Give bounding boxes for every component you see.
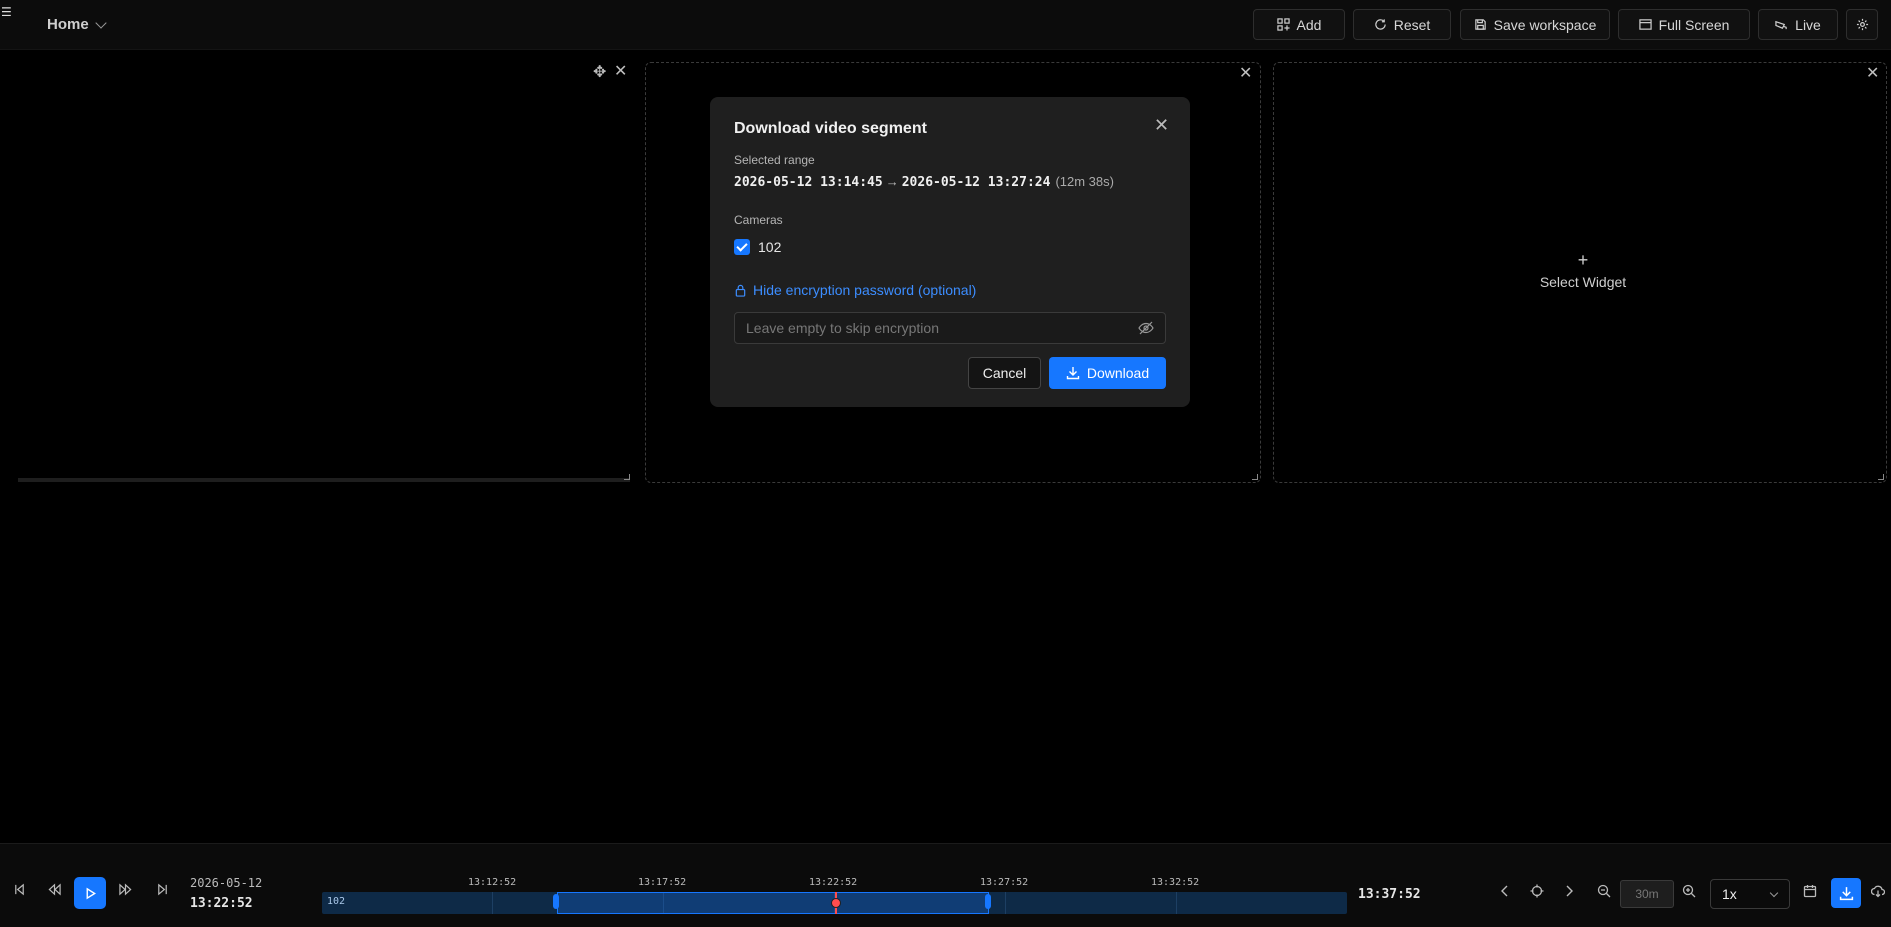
hamburger-icon[interactable]: ☰ (1, 6, 12, 18)
lock-icon (735, 284, 746, 297)
camera-checkbox-label[interactable]: 102 (758, 239, 781, 255)
grid-add-icon (1276, 18, 1290, 31)
play-icon (86, 887, 96, 899)
timeline-end-time: 13:37:52 (1358, 887, 1421, 902)
save-workspace-button[interactable]: Save workspace (1460, 9, 1610, 40)
timeline-gridline (1176, 892, 1177, 914)
range-end: 2026-05-12 13:27:24 (901, 175, 1051, 190)
calendar-icon[interactable] (1799, 880, 1821, 902)
cloud-download-icon[interactable] (1867, 880, 1889, 902)
timeline-tick: 13:17:52 (638, 877, 687, 888)
close-icon[interactable]: ✕ (1239, 66, 1252, 82)
video-panel-progress-track (18, 478, 630, 482)
modal-title: Download video segment (734, 120, 927, 137)
cameras-label: Cameras (734, 213, 783, 227)
chevron-down-icon (95, 16, 107, 29)
current-date: 2026-05-12 (190, 876, 263, 890)
camera-icon (1775, 20, 1787, 30)
video-panel[interactable] (18, 62, 630, 482)
rewind-icon[interactable] (40, 875, 68, 903)
download-button[interactable]: Download (1049, 357, 1166, 389)
close-icon[interactable]: ✕ (614, 64, 627, 80)
select-widget-label: Select Widget (1539, 274, 1627, 290)
top-bar: ☰ Home Add Reset Save workspace Full Scr… (0, 0, 1891, 50)
playhead-handle[interactable] (831, 898, 841, 908)
close-icon[interactable]: ✕ (1154, 115, 1169, 136)
resize-handle-icon[interactable] (1878, 474, 1884, 480)
download-icon (1839, 886, 1853, 900)
zoom-level: 30m (1620, 880, 1674, 908)
timeline-tick: 13:27:52 (980, 877, 1029, 888)
selected-range-value: 2026-05-12 13:14:45 → 2026-05-12 13:27:24 (… (734, 174, 1114, 190)
full-screen-button[interactable]: Full Screen (1618, 9, 1750, 40)
download-segment-button[interactable] (1831, 878, 1861, 908)
timeline-gridline (492, 892, 493, 914)
live-button[interactable]: Live (1758, 9, 1838, 40)
selection-start-handle[interactable] (553, 894, 559, 909)
selection-range[interactable] (557, 892, 989, 914)
playback-speed-select[interactable]: 1x (1710, 879, 1790, 909)
encryption-password-input[interactable] (734, 312, 1166, 344)
skip-start-icon[interactable] (5, 875, 33, 903)
timeline-tick: 13:12:52 (468, 877, 517, 888)
chevron-right-icon[interactable] (1558, 880, 1580, 902)
encryption-toggle[interactable]: Hide encryption password (optional) (734, 282, 976, 298)
save-icon (1474, 19, 1486, 30)
zoom-out-icon[interactable] (1593, 880, 1615, 902)
timeline-gridline (1005, 892, 1006, 914)
close-icon[interactable]: ✕ (1866, 66, 1879, 82)
settings-button[interactable] (1846, 9, 1878, 40)
selection-end-handle[interactable] (985, 894, 991, 909)
chevron-down-icon (1769, 888, 1779, 898)
workspace-name: Home (47, 16, 89, 33)
window-icon (1638, 19, 1652, 30)
current-time: 13:22:52 (190, 896, 253, 911)
track-camera-label: 102 (327, 896, 346, 907)
add-button[interactable]: Add (1253, 9, 1345, 40)
play-button[interactable] (74, 877, 106, 909)
range-duration: (12m 38s) (1055, 174, 1114, 189)
plus-icon: + (1577, 250, 1589, 270)
gear-icon (1856, 18, 1868, 31)
workspace-selector[interactable]: Home (47, 16, 107, 33)
zoom-in-icon[interactable] (1678, 880, 1700, 902)
crosshair-icon[interactable] (1526, 880, 1548, 902)
refresh-icon (1375, 19, 1386, 30)
move-icon[interactable]: ✥ (593, 62, 606, 82)
skip-end-icon[interactable] (148, 875, 176, 903)
download-modal: Download video segment ✕ Selected range … (710, 97, 1190, 407)
reset-button[interactable]: Reset (1353, 9, 1451, 40)
fast-forward-icon[interactable] (111, 875, 139, 903)
arrow-right-icon: → (885, 174, 899, 189)
cancel-button[interactable]: Cancel (968, 357, 1041, 389)
timeline-tick: 13:22:52 (809, 877, 858, 888)
timeline-tick: 13:32:52 (1151, 877, 1200, 888)
chevron-left-icon[interactable] (1494, 880, 1516, 902)
select-widget-button[interactable]: + Select Widget (1273, 250, 1891, 290)
range-start: 2026-05-12 13:14:45 (734, 175, 883, 190)
resize-handle-icon[interactable] (624, 474, 630, 480)
resize-handle-icon[interactable] (1252, 474, 1258, 480)
selected-range-label: Selected range (734, 153, 815, 167)
camera-checkbox[interactable] (734, 239, 750, 255)
download-icon (1066, 367, 1080, 380)
eye-off-icon[interactable] (1138, 321, 1154, 335)
